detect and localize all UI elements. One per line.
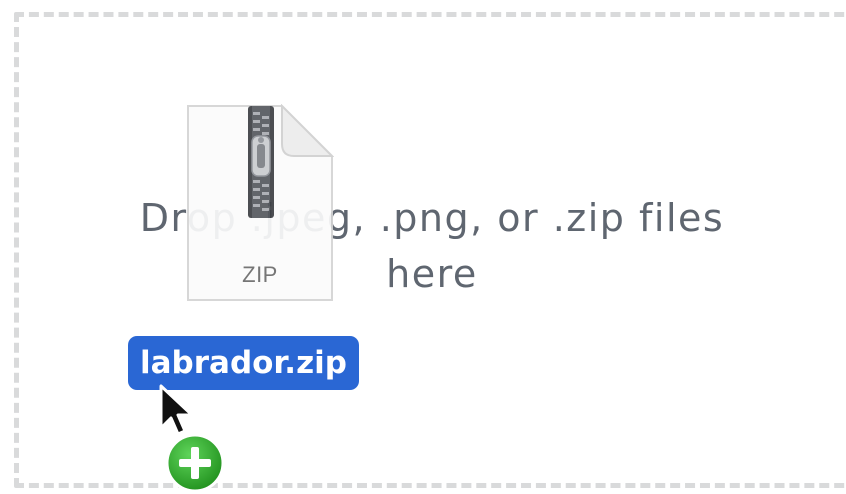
copy-plus-icon xyxy=(164,432,226,494)
dragged-file-name: labrador.zip xyxy=(128,336,359,390)
zip-file-icon[interactable]: ZIP xyxy=(186,104,334,302)
upload-drop-area-stage: Drop .jpeg, .png, or .zip files here ZIP… xyxy=(0,0,846,494)
zip-icon-caption: ZIP xyxy=(242,262,278,287)
